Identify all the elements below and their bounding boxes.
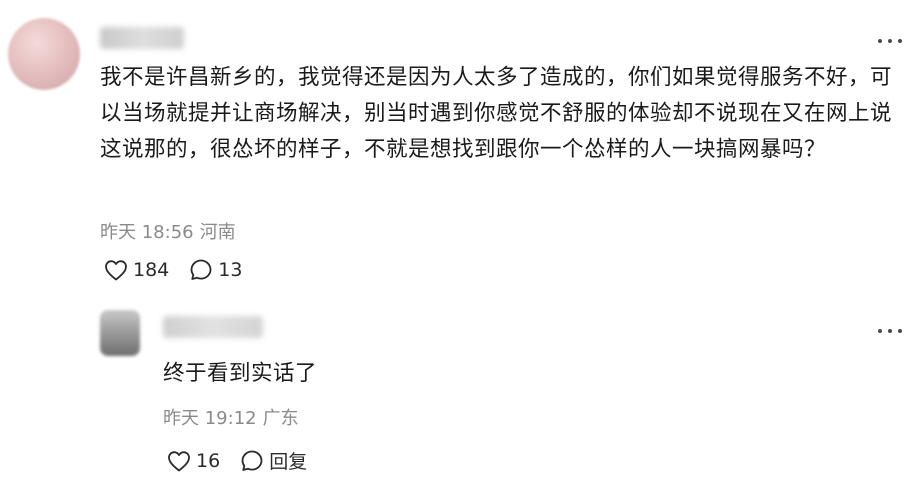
comment-actions: 184 13 (104, 258, 242, 282)
like-button[interactable]: 184 (104, 259, 169, 281)
like-count: 184 (133, 259, 170, 281)
speech-bubble-icon (241, 450, 263, 471)
reply-like-count: 16 (196, 449, 221, 472)
comment-meta: 昨天 18:56 河南 (100, 218, 236, 244)
replier-avatar[interactable] (100, 310, 140, 356)
reply-actions: 16 回复 (167, 447, 307, 474)
reply-button[interactable]: 回复 (240, 447, 307, 474)
commenter-username-blurred[interactable] (100, 27, 184, 49)
reply-like-button[interactable]: 16 (167, 450, 220, 472)
reply-more-options-icon[interactable] (878, 326, 902, 336)
comment-body: 我不是许昌新乡的，我觉得还是因为人太多了造成的，你们如果觉得服务不好，可以当场就… (100, 65, 893, 162)
heart-outline-icon (105, 260, 127, 281)
replier-username-blurred[interactable] (163, 316, 263, 338)
reply-count-button[interactable]: 13 (189, 258, 242, 282)
comment-time: 昨天 18:56 (100, 222, 194, 243)
speech-bubble-icon (190, 259, 212, 280)
comment-thread: 我不是许昌新乡的，我觉得还是因为人太多了造成的，你们如果觉得服务不好，可以当场就… (0, 0, 911, 480)
commenter-avatar[interactable] (8, 18, 80, 90)
reply-count: 13 (218, 259, 243, 281)
comment-location: 河南 (199, 222, 236, 243)
reply-time: 昨天 19:12 (163, 408, 257, 429)
more-options-icon[interactable] (878, 36, 902, 46)
reply-location: 广东 (262, 408, 299, 429)
reply-label: 回复 (269, 451, 308, 473)
reply-meta: 昨天 19:12 广东 (163, 404, 299, 430)
reply-body: 终于看到实话了 (163, 361, 318, 386)
heart-outline-icon (168, 450, 190, 471)
